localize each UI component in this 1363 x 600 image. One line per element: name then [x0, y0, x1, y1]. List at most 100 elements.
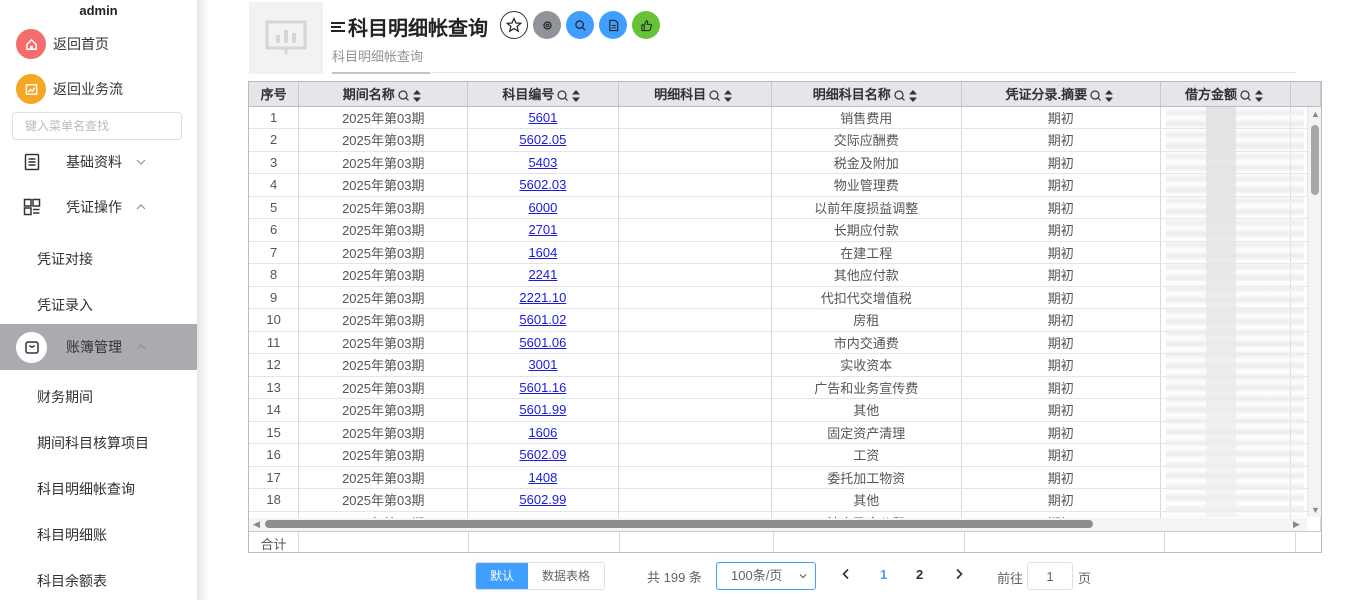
account-code-cell[interactable]: 6000 — [467, 196, 619, 219]
export-button[interactable] — [599, 11, 627, 39]
account-code-link[interactable]: 5602.09 — [519, 447, 566, 462]
business-flow-link[interactable]: 返回业务流 — [16, 74, 123, 104]
scroll-left-arrow-icon[interactable]: ◀ — [253, 519, 260, 530]
account-code-link[interactable]: 1408 — [528, 470, 557, 485]
account-code-cell[interactable]: 1606 — [467, 421, 619, 444]
account-code-cell[interactable]: 5601.16 — [467, 376, 619, 399]
account-code-link[interactable]: 1606 — [528, 425, 557, 440]
page-size-select[interactable]: 100条/页 — [716, 562, 816, 590]
table-row[interactable]: 13 2025年第03期 5601.16 广告和业务宣传费 期初 — [249, 376, 1321, 399]
menu-group-voucher[interactable]: 凭证操作 — [0, 185, 197, 229]
column-header-period[interactable]: 期间名称 — [298, 82, 469, 107]
column-header-account-code[interactable]: 科目编号 — [467, 82, 619, 107]
column-header-summary[interactable]: 凭证分录.摘要 — [961, 82, 1161, 107]
table-row[interactable]: 6 2025年第03期 2701 长期应付款 期初 — [249, 218, 1321, 242]
settings-button[interactable] — [533, 11, 561, 39]
jump-page-input[interactable] — [1027, 562, 1073, 590]
account-code-link[interactable]: 2221.10 — [519, 290, 566, 305]
filter-sort-icon[interactable] — [709, 88, 735, 104]
filter-sort-icon[interactable] — [557, 88, 583, 104]
account-code-link[interactable]: 5602.99 — [519, 492, 566, 507]
account-code-cell[interactable]: 2701 — [467, 218, 619, 242]
filter-sort-icon[interactable] — [1240, 88, 1266, 104]
account-code-link[interactable]: 3001 — [528, 357, 557, 372]
account-code-cell[interactable]: 5403 — [467, 151, 619, 174]
table-row[interactable]: 8 2025年第03期 2241 其他应付款 期初 — [249, 263, 1321, 287]
table-row[interactable]: 12 2025年第03期 3001 实收资本 期初 — [249, 353, 1321, 377]
table-row[interactable]: 4 2025年第03期 5602.03 物业管理费 期初 — [249, 173, 1321, 197]
column-header-detail-account[interactable]: 明细科目 — [618, 82, 772, 107]
vertical-scroll-thumb[interactable] — [1311, 125, 1319, 195]
filter-sort-icon[interactable] — [398, 88, 424, 104]
account-code-cell[interactable]: 5601.99 — [467, 398, 619, 422]
table-row[interactable]: 7 2025年第03期 1604 在建工程 期初 — [249, 241, 1321, 264]
menu-item-balance-sheet[interactable]: 科目余额表 — [37, 571, 107, 591]
filter-sort-icon[interactable] — [894, 88, 920, 104]
table-row[interactable]: 5 2025年第03期 6000 以前年度损益调整 期初 — [249, 196, 1321, 219]
horizontal-scroll-thumb[interactable] — [265, 520, 1093, 528]
table-row[interactable]: 11 2025年第03期 5601.06 市内交通费 期初 — [249, 331, 1321, 354]
menu-item-period-accounting-items[interactable]: 期间科目核算项目 — [37, 433, 149, 453]
account-code-cell[interactable]: 1408 — [467, 466, 619, 489]
filter-sort-icon[interactable] — [1090, 88, 1116, 104]
column-header-debit[interactable]: 借方金额 — [1160, 82, 1292, 107]
menu-group-ledger[interactable]: 账簿管理 — [0, 324, 197, 370]
column-header-detail-account-name[interactable]: 明细科目名称 — [771, 82, 962, 107]
scroll-down-arrow-icon[interactable]: ▼ — [1311, 505, 1320, 515]
table-row[interactable]: 16 2025年第03期 5602.09 工资 期初 — [249, 443, 1321, 467]
table-row[interactable]: 14 2025年第03期 5601.99 其他 期初 — [249, 398, 1321, 422]
view-default-button[interactable]: 默认 — [476, 563, 529, 589]
favorite-button[interactable] — [500, 11, 528, 39]
account-code-cell[interactable]: 5602.99 — [467, 488, 619, 512]
account-code-cell[interactable]: 5602.05 — [467, 128, 619, 152]
account-code-cell[interactable]: 5602.09 — [467, 443, 619, 467]
table-row[interactable]: 18 2025年第03期 5602.99 其他 期初 — [249, 488, 1321, 512]
account-code-cell[interactable]: 3001 — [467, 353, 619, 377]
vertical-scrollbar[interactable]: ▲ ▼ — [1307, 107, 1321, 517]
scroll-up-arrow-icon[interactable]: ▲ — [1311, 109, 1320, 119]
page-number-current[interactable]: 1 — [880, 567, 887, 582]
account-code-cell[interactable]: 2221.10 — [467, 286, 619, 309]
account-code-link[interactable]: 2701 — [528, 222, 557, 237]
account-code-link[interactable]: 5601.06 — [519, 335, 566, 350]
account-code-link[interactable]: 1604 — [528, 245, 557, 260]
menu-group-basic-data[interactable]: 基础资料 — [0, 140, 197, 184]
table-row[interactable]: 9 2025年第03期 2221.10 代扣代交增值税 期初 — [249, 286, 1321, 309]
account-code-link[interactable]: 2241 — [528, 267, 557, 282]
account-code-link[interactable]: 5403 — [528, 155, 557, 170]
view-datatable-button[interactable]: 数据表格 — [528, 563, 605, 589]
menu-item-detail-ledger-query[interactable]: 科目明细帐查询 — [37, 479, 135, 499]
scroll-right-arrow-icon[interactable]: ▶ — [1293, 519, 1300, 530]
account-code-link[interactable]: 5601.02 — [519, 312, 566, 327]
table-row[interactable]: 2 2025年第03期 5602.05 交际应酬费 期初 — [249, 128, 1321, 152]
account-code-cell[interactable]: 1604 — [467, 241, 619, 264]
home-link[interactable]: 返回首页 — [16, 29, 109, 59]
menu-item-voucher-link[interactable]: 凭证对接 — [37, 249, 93, 269]
account-code-cell[interactable]: 5601 — [467, 106, 619, 129]
detail-ledger-grid[interactable]: 序号 期间名称 科目编号 明细科目 明细科目名称 凭证分录.摘要 借方金额 12… — [248, 81, 1322, 553]
account-code-cell[interactable]: 5601.06 — [467, 331, 619, 354]
account-code-link[interactable]: 5602.05 — [519, 132, 566, 147]
breadcrumb[interactable]: 科目明细帐查询 — [332, 46, 423, 65]
table-row[interactable]: 1 2025年第03期 5601 销售费用 期初 — [249, 106, 1321, 129]
table-row[interactable]: 17 2025年第03期 1408 委托加工物资 期初 — [249, 466, 1321, 489]
account-code-cell[interactable]: 5601.02 — [467, 308, 619, 332]
account-code-cell[interactable]: 2241 — [467, 263, 619, 287]
account-code-link[interactable]: 5602.03 — [519, 177, 566, 192]
menu-item-fiscal-period[interactable]: 财务期间 — [37, 387, 93, 407]
horizontal-scrollbar[interactable]: ◀ ▶ — [249, 518, 1307, 531]
approve-button[interactable] — [632, 11, 660, 39]
menu-item-detail-ledger[interactable]: 科目明细账 — [37, 525, 107, 545]
prev-page-icon[interactable] — [841, 568, 851, 580]
menu-item-voucher-entry[interactable]: 凭证录入 — [37, 295, 93, 315]
table-row[interactable]: 3 2025年第03期 5403 税金及附加 期初 — [249, 151, 1321, 174]
account-code-link[interactable]: 6000 — [528, 200, 557, 215]
account-code-cell[interactable]: 5602.03 — [467, 173, 619, 197]
column-header-index[interactable]: 序号 — [249, 82, 300, 107]
page-number[interactable]: 2 — [916, 567, 923, 582]
account-code-link[interactable]: 5601.99 — [519, 402, 566, 417]
menu-search-input[interactable] — [12, 112, 182, 140]
search-button[interactable] — [566, 11, 594, 39]
next-page-icon[interactable] — [954, 568, 964, 580]
account-code-link[interactable]: 5601 — [528, 110, 557, 125]
